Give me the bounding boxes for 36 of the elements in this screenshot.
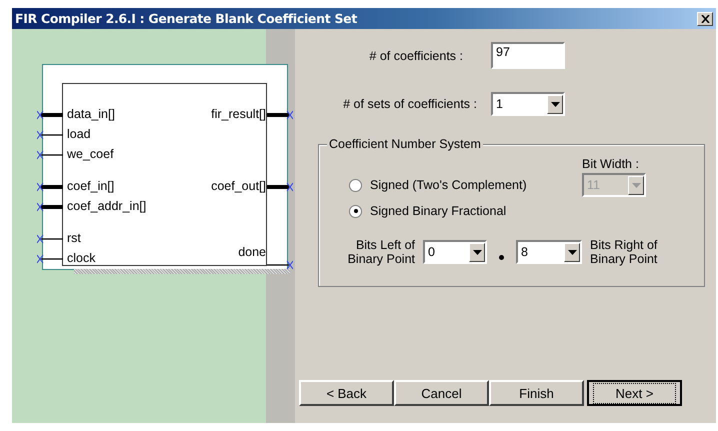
dropdown-arrow-icon [550,102,560,106]
wizard-button[interactable]: Next > [587,380,682,406]
radio-option[interactable]: Signed (Two's Complement) [349,178,527,192]
port-label: coef_addr_in[] [67,198,146,214]
binary-point-dot [499,255,504,260]
sets-dropdown[interactable]: 1 [491,92,565,116]
field-label: # of coefficients : [368,48,464,62]
port-label: coef_in[] [67,178,114,194]
radio-button[interactable] [349,204,362,218]
field-label: Bit Width : [582,157,640,171]
dropdown-arrow-icon [632,182,640,188]
dropdown-arrow-icon [568,250,576,254]
bits-right-dropdown[interactable]: 8 [516,240,582,264]
port-label: fir_result[] [211,106,266,122]
field-label: Bits Right of Binary Point [590,238,658,266]
radio-button[interactable] [349,178,362,192]
window-title: FIR Compiler 2.6.I : Generate Blank Coefficient Set [15,11,357,26]
field-label: # of sets of coefficients : [342,97,477,111]
bits-left-dropdown[interactable]: 0 [423,240,487,264]
close-button[interactable] [697,12,713,26]
dropdown-arrow-icon [472,250,482,254]
port-label: coef_out[] [211,178,266,194]
group-title: Coefficient Number System [327,137,483,151]
wizard-button[interactable]: Cancel [394,380,489,406]
coefficients-field[interactable]: 97 [491,42,565,69]
field-label: Bits Left of Binary Point [346,238,415,266]
port-label: data_in[] [67,106,115,122]
wizard-button[interactable]: Finish [489,380,584,406]
port-label: we_coef [67,146,114,162]
port-label: load [67,126,91,142]
close-icon [700,14,710,22]
port-label: clock [67,250,96,266]
wizard-button[interactable]: < Back [299,380,394,406]
port-label: done [238,244,266,260]
port-label: rst [67,230,81,246]
radio-option[interactable]: Signed Binary Fractional [349,204,527,218]
